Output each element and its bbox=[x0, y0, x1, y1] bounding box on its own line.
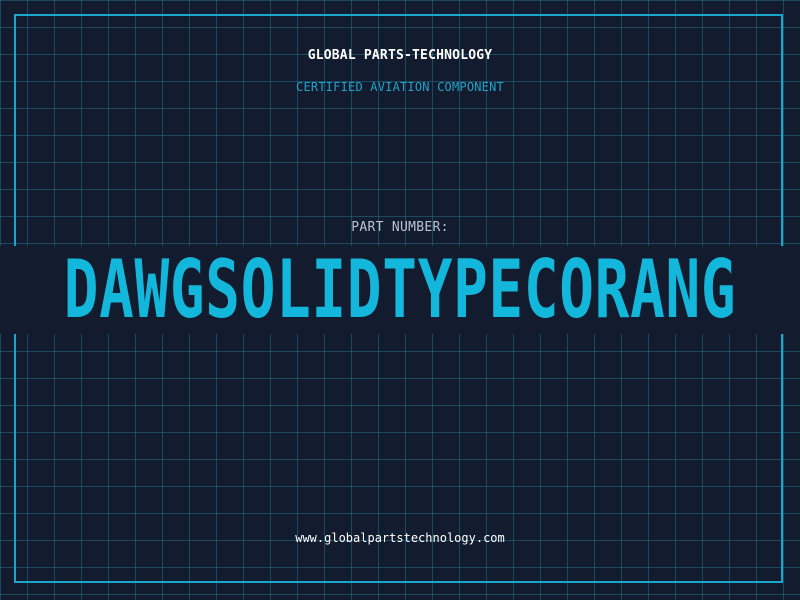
certification-tagline: CERTIFIED AVIATION COMPONENT bbox=[296, 80, 504, 94]
part-number-label: PART NUMBER: bbox=[351, 220, 449, 235]
part-number-band: DAWGSOLIDTYPECORANG bbox=[0, 246, 800, 334]
part-number-value: DAWGSOLIDTYPECORANG bbox=[63, 246, 737, 334]
website-link[interactable]: www.globalpartstechnology.com bbox=[0, 531, 800, 545]
certificate-canvas: GLOBAL PARTS-TECHNOLOGY CERTIFIED AVIATI… bbox=[0, 0, 800, 600]
company-name: GLOBAL PARTS-TECHNOLOGY bbox=[307, 48, 493, 63]
